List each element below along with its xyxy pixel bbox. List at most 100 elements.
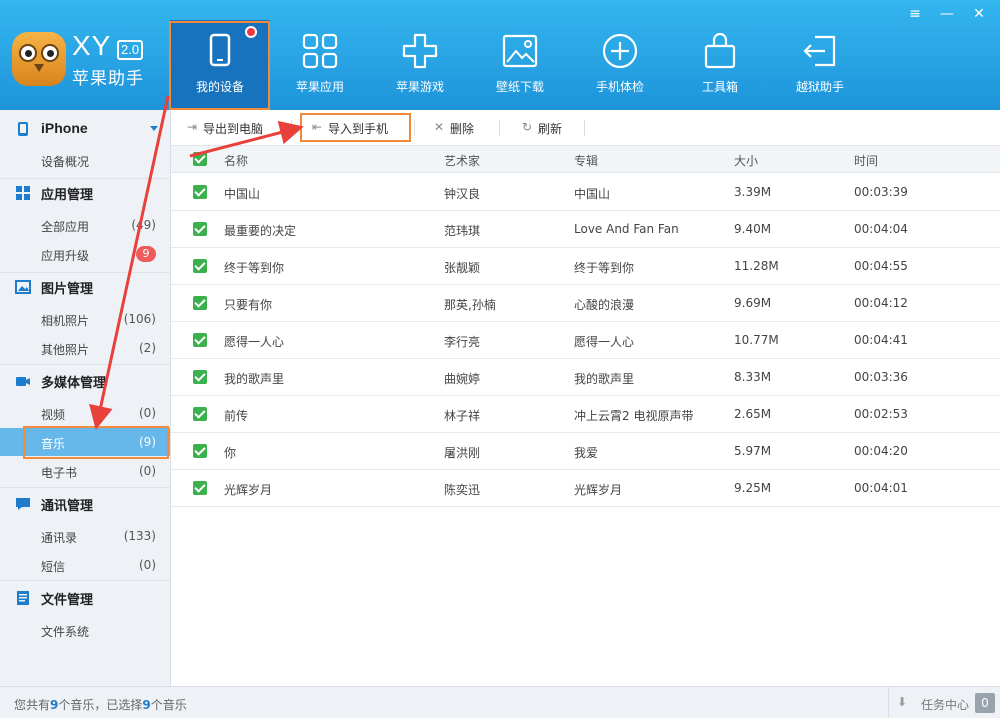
gamepad-icon bbox=[402, 33, 438, 69]
group-title: 多媒体管理 bbox=[41, 376, 107, 391]
sidebar-device-header[interactable]: iPhone bbox=[0, 116, 170, 142]
sidebar-item-label: 短信 bbox=[41, 560, 66, 574]
refresh-button[interactable]: ↻ 刷新 bbox=[520, 118, 580, 138]
sidebar-item-label: 视频 bbox=[41, 408, 66, 422]
sidebar-item-other-photos[interactable]: 其他照片 (2) bbox=[0, 334, 170, 362]
row-checkbox[interactable] bbox=[193, 444, 207, 458]
close-button[interactable]: ✕ bbox=[966, 4, 992, 24]
table-row[interactable]: 前传 林子祥 冲上云霄2 电视原声带 2.65M 00:02:53 bbox=[171, 396, 1000, 433]
minimize-button[interactable]: — bbox=[934, 4, 960, 24]
row-checkbox[interactable] bbox=[193, 481, 207, 495]
cell-size: 10.77M bbox=[734, 333, 779, 347]
close-icon: ✕ bbox=[433, 120, 445, 134]
nav-apple-apps[interactable]: 苹果应用 bbox=[270, 20, 370, 110]
cell-artist: 张靓颖 bbox=[444, 261, 481, 275]
cell-size: 2.65M bbox=[734, 407, 772, 421]
row-checkbox[interactable] bbox=[193, 370, 207, 384]
cell-time: 00:04:41 bbox=[854, 333, 908, 347]
sidebar-group-files[interactable]: 文件管理 bbox=[0, 585, 170, 611]
picture-icon bbox=[502, 34, 538, 68]
cell-time: 00:04:12 bbox=[854, 296, 908, 310]
table-row[interactable]: 我的歌声里 曲婉婷 我的歌声里 8.33M 00:03:36 bbox=[171, 359, 1000, 396]
import-to-phone-button[interactable]: ⇤ 导入到手机 bbox=[310, 118, 410, 138]
item-count: (49) bbox=[131, 218, 156, 232]
chevron-down-icon[interactable] bbox=[150, 126, 158, 131]
sidebar-item-all-apps[interactable]: 全部应用 (49) bbox=[0, 211, 170, 239]
item-count: (106) bbox=[123, 312, 156, 326]
sidebar-item-video[interactable]: 视频 (0) bbox=[0, 399, 170, 427]
selected-count: 9 bbox=[142, 698, 151, 712]
nav-jailbreak[interactable]: 越狱助手 bbox=[770, 20, 870, 110]
sidebar-item-camera-photos[interactable]: 相机照片 (106) bbox=[0, 305, 170, 333]
group-title: 文件管理 bbox=[41, 593, 94, 608]
task-center-button[interactable]: ⬇ 任务中心 0 bbox=[888, 687, 1000, 718]
sidebar-item-address-book[interactable]: 通讯录 (133) bbox=[0, 522, 170, 550]
divider bbox=[291, 120, 292, 136]
toolbar: ⇥ 导出到电脑 ⇤ 导入到手机 ✕ 删除 ↻ 刷新 bbox=[171, 110, 1000, 146]
cell-artist: 李行亮 bbox=[444, 335, 481, 349]
nav-wallpaper[interactable]: 壁纸下载 bbox=[470, 20, 570, 110]
group-title: 图片管理 bbox=[41, 282, 94, 297]
button-label: 删除 bbox=[450, 122, 475, 136]
exit-icon bbox=[803, 35, 836, 67]
column-header-album[interactable]: 专辑 bbox=[574, 152, 598, 169]
delete-button[interactable]: ✕ 删除 bbox=[432, 118, 492, 138]
sidebar-group-apps[interactable]: 应用管理 bbox=[0, 180, 170, 206]
select-all-checkbox[interactable] bbox=[193, 152, 207, 166]
divider bbox=[414, 120, 415, 136]
phone-icon bbox=[18, 122, 28, 136]
row-checkbox[interactable] bbox=[193, 185, 207, 199]
sidebar-item-device-overview[interactable]: 设备概况 bbox=[0, 146, 170, 174]
nav-toolbox[interactable]: 工具箱 bbox=[670, 20, 770, 110]
sidebar-item-app-updates[interactable]: 应用升级 9 bbox=[0, 240, 170, 268]
cell-time: 00:03:36 bbox=[854, 370, 908, 384]
cell-time: 00:04:55 bbox=[854, 259, 908, 273]
cell-time: 00:04:20 bbox=[854, 444, 908, 458]
chat-bubble-icon bbox=[16, 498, 30, 510]
row-checkbox[interactable] bbox=[193, 222, 207, 236]
nav-label: 工具箱 bbox=[701, 80, 738, 94]
row-checkbox[interactable] bbox=[193, 407, 207, 421]
nav-apple-games[interactable]: 苹果游戏 bbox=[370, 20, 470, 110]
sidebar-item-sms[interactable]: 短信 (0) bbox=[0, 551, 170, 579]
nav-my-device[interactable]: 我的设备 bbox=[170, 20, 270, 110]
column-header-size[interactable]: 大小 bbox=[734, 152, 758, 169]
nav-phone-check[interactable]: 手机体检 bbox=[570, 20, 670, 110]
sidebar-group-photos[interactable]: 图片管理 bbox=[0, 274, 170, 300]
divider bbox=[0, 580, 170, 581]
sidebar-item-label: 电子书 bbox=[41, 466, 78, 480]
sidebar-group-media[interactable]: 多媒体管理 bbox=[0, 368, 170, 394]
row-checkbox[interactable] bbox=[193, 333, 207, 347]
nav-label: 苹果应用 bbox=[295, 80, 344, 94]
table-row[interactable]: 光辉岁月 陈奕迅 光辉岁月 9.25M 00:04:01 bbox=[171, 470, 1000, 507]
sidebar-item-music[interactable]: 音乐 (9) bbox=[0, 428, 170, 456]
cell-name: 只要有你 bbox=[224, 298, 273, 312]
row-checkbox[interactable] bbox=[193, 259, 207, 273]
cell-album: 愿得一人心 bbox=[574, 335, 635, 349]
status-summary: 您共有9个音乐，已选择9个音乐 bbox=[14, 698, 187, 712]
column-header-name[interactable]: 名称 bbox=[224, 152, 248, 169]
sidebar-group-contacts[interactable]: 通讯管理 bbox=[0, 491, 170, 517]
export-to-pc-button[interactable]: ⇥ 导出到电脑 bbox=[185, 118, 285, 138]
table-row[interactable]: 最重要的决定 范玮琪 Love And Fan Fan 9.40M 00:04:04 bbox=[171, 211, 1000, 248]
nav-label: 壁纸下载 bbox=[495, 80, 544, 94]
table-row[interactable]: 愿得一人心 李行亮 愿得一人心 10.77M 00:04:41 bbox=[171, 322, 1000, 359]
group-title: 应用管理 bbox=[41, 188, 94, 203]
sidebar-item-file-system[interactable]: 文件系统 bbox=[0, 616, 170, 644]
logo-subtitle: 苹果助手 bbox=[72, 69, 144, 89]
item-count: (0) bbox=[139, 558, 156, 572]
nav-label: 手机体检 bbox=[595, 80, 644, 94]
table-row[interactable]: 终于等到你 张靓颖 终于等到你 11.28M 00:04:55 bbox=[171, 248, 1000, 285]
menu-button[interactable]: ≡ bbox=[902, 4, 928, 24]
table-header: 名称 艺术家 专辑 大小 时间 bbox=[171, 146, 1000, 173]
row-checkbox[interactable] bbox=[193, 296, 207, 310]
cell-artist: 钟汉良 bbox=[444, 187, 481, 201]
table-row[interactable]: 你 屠洪刚 我爱 5.97M 00:04:20 bbox=[171, 433, 1000, 470]
cell-size: 5.97M bbox=[734, 444, 772, 458]
table-row[interactable]: 只要有你 那英,孙楠 心酸的浪漫 9.69M 00:04:12 bbox=[171, 285, 1000, 322]
column-header-artist[interactable]: 艺术家 bbox=[444, 152, 480, 169]
cell-time: 00:04:04 bbox=[854, 222, 908, 236]
column-header-time[interactable]: 时间 bbox=[854, 152, 878, 169]
table-row[interactable]: 中国山 钟汉良 中国山 3.39M 00:03:39 bbox=[171, 174, 1000, 211]
sidebar-item-ebook[interactable]: 电子书 (0) bbox=[0, 457, 170, 485]
